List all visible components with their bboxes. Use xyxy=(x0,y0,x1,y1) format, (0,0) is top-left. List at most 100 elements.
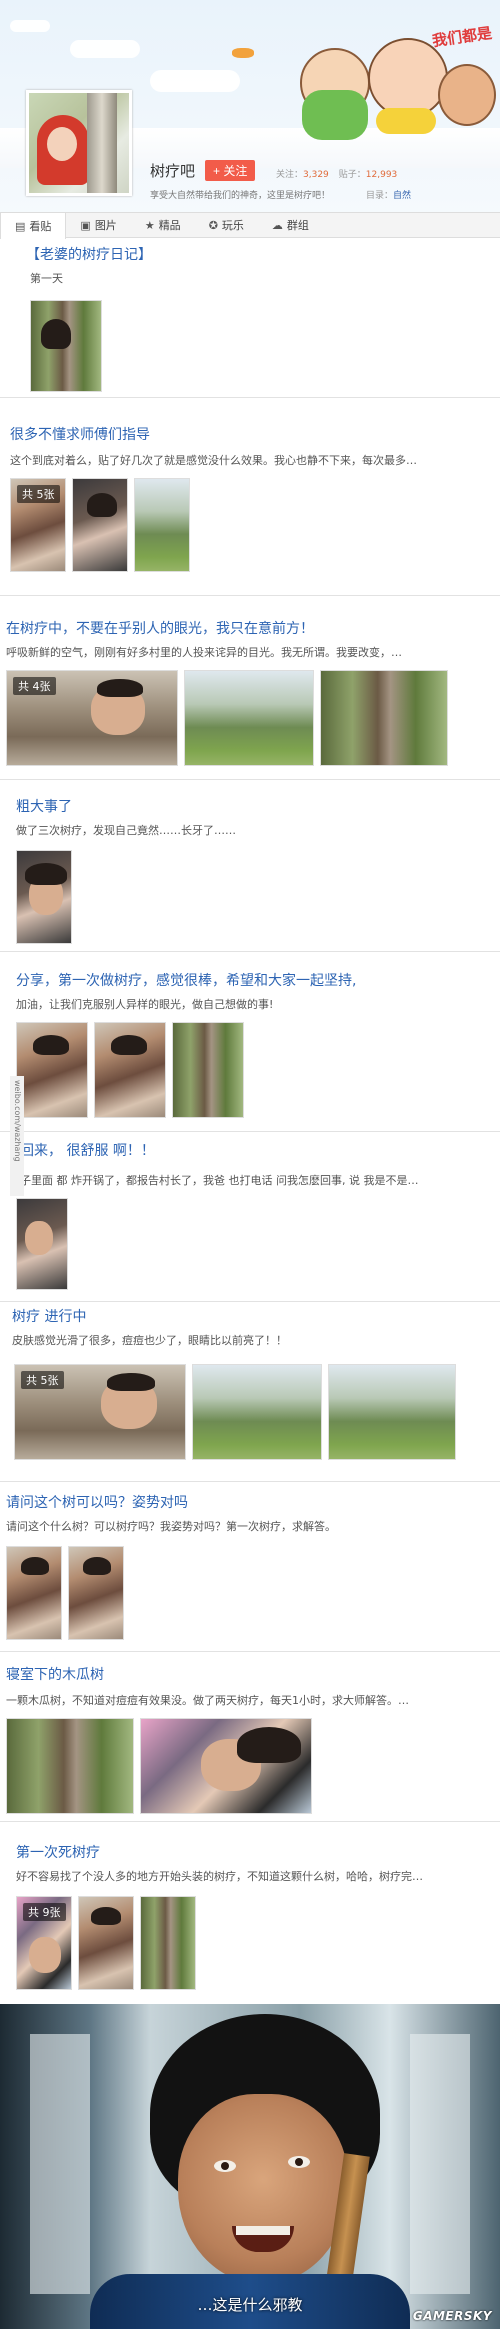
photo-hair xyxy=(21,1557,49,1575)
forum-avatar[interactable] xyxy=(26,90,132,196)
tab-label: 群组 xyxy=(286,219,309,232)
post-title[interactable]: 寝室下的木瓜树 xyxy=(6,1664,104,1684)
photo-hair xyxy=(25,863,67,885)
photo-hair xyxy=(33,1035,69,1055)
post-thumbnail[interactable] xyxy=(172,1022,244,1118)
image-icon: ▣ xyxy=(80,218,91,232)
tab-groups[interactable]: ☁ 群组 xyxy=(258,213,323,237)
banner-slogan: 我们都是 xyxy=(431,23,494,51)
photo-hair xyxy=(107,1373,155,1391)
post-thumbnail[interactable] xyxy=(140,1896,196,1990)
post-thumbnail[interactable] xyxy=(6,1718,134,1814)
photo-face xyxy=(25,1221,53,1255)
cloud-decoration xyxy=(70,40,140,58)
photo-person xyxy=(87,493,117,517)
post-title[interactable]: 分享，第一次做树疗，感觉很棒，希望和大家一起坚持, xyxy=(16,970,356,990)
post-title[interactable]: 很多不懂求师傅们指导 xyxy=(10,424,150,444)
post-thumbnail[interactable] xyxy=(30,300,102,392)
post-excerpt: 子里面 都 炸开锅了，都报告村长了，我爸 也打电话 问我怎麽回事, 说 我是不是… xyxy=(20,1174,419,1187)
post-thumbnails xyxy=(16,850,72,944)
photo-hair xyxy=(111,1035,147,1055)
photo-hair xyxy=(97,679,143,697)
post-thumbnail[interactable]: 共 5张 xyxy=(10,478,66,572)
cartoon-character-body xyxy=(302,90,368,140)
image-count-badge: 共 5张 xyxy=(17,485,60,503)
post-title[interactable]: 第一次死树疗 xyxy=(16,1842,100,1862)
image-count-badge: 共 9张 xyxy=(23,1903,66,1921)
post-item[interactable]: 请问这个树可以吗？姿势对吗 请问这个什么树？可以树疗吗？我姿势对吗？第一次树疗，… xyxy=(0,1482,500,1652)
post-title[interactable]: 在树疗中，不要在乎别人的眼光，我只在意前方！ xyxy=(6,618,314,638)
post-thumbnail[interactable]: 共 5张 xyxy=(14,1364,186,1460)
post-title[interactable]: 请问这个树可以吗？姿势对吗 xyxy=(6,1492,188,1512)
post-thumbnail[interactable]: 共 4张 xyxy=(6,670,178,766)
post-item[interactable]: 【老婆的树疗日记】 第一天 xyxy=(0,240,500,398)
posts-count: 12,993 xyxy=(365,170,398,180)
post-excerpt: 做了三次树疗，发现自己竟然……长牙了…… xyxy=(16,824,236,837)
gamersky-watermark: GAMERSKY xyxy=(412,2309,492,2323)
group-icon: ☁ xyxy=(271,218,283,232)
ufo-icon xyxy=(232,48,254,58)
photo-face xyxy=(29,1937,61,1973)
catalog-link[interactable]: 自然 xyxy=(393,191,411,201)
tab-posts[interactable]: ▤ 看贴 xyxy=(0,213,67,239)
post-thumbnails: 共 5张 xyxy=(14,1364,456,1460)
post-item[interactable]: 树疗 进行中 皮肤感觉光滑了很多，痘痘也少了，眼睛比以前亮了！！ 共 5张 xyxy=(0,1302,500,1482)
post-thumbnail[interactable]: 共 9张 xyxy=(16,1896,72,1990)
post-thumbnail[interactable] xyxy=(134,478,190,572)
tab-label: 玩乐 xyxy=(221,219,244,232)
post-thumbnail[interactable] xyxy=(328,1364,456,1460)
post-excerpt: 一颗木瓜树，不知道对痘痘有效果没。做了两天树疗，每天1小时，求大师解答。… xyxy=(6,1694,409,1707)
post-title[interactable]: 【老婆的树疗日记】 xyxy=(26,244,152,264)
side-watermark: weibo.com/wazhang xyxy=(10,1076,24,1196)
forum-title-row: 树疗吧 + 关注 xyxy=(150,160,256,181)
catalog-label: 目录： xyxy=(366,191,394,201)
tab-featured[interactable]: ★ 精品 xyxy=(131,213,195,237)
post-thumbnails xyxy=(6,1718,312,1814)
post-thumbnails xyxy=(16,1022,244,1118)
post-item[interactable]: 很多不懂求师傅们指导 这个到底对着么，贴了好几次了就是感觉没什么效果。我心也静不… xyxy=(0,398,500,596)
photo-person xyxy=(41,319,71,349)
posts-stat-label: 贴子： xyxy=(338,170,366,180)
post-item[interactable]: 第一次死树疗 好不容易找了个没人多的地方开始头装的树疗，不知道这颗什么树，哈哈，… xyxy=(0,1822,500,2004)
post-thumbnail[interactable] xyxy=(192,1364,322,1460)
post-thumbnails xyxy=(6,1546,124,1640)
post-thumbnails: 共 5张 xyxy=(10,478,190,572)
cloud-decoration xyxy=(10,20,50,32)
post-item[interactable]: 在树疗中，不要在乎别人的眼光，我只在意前方！ 呼吸新鲜的空气，刚刚有好多村里的人… xyxy=(0,596,500,780)
post-thumbnail[interactable] xyxy=(140,1718,312,1814)
follow-stat: 关注：3,329 xyxy=(276,167,329,180)
cloud-decoration xyxy=(150,70,240,92)
post-item[interactable]: 寝室下的木瓜树 一颗木瓜树，不知道对痘痘有效果没。做了两天树疗，每天1小时，求大… xyxy=(0,1652,500,1822)
tab-images[interactable]: ▣ 图片 xyxy=(66,213,130,237)
tab-label: 图片 xyxy=(94,219,117,232)
forum-name[interactable]: 树疗吧 xyxy=(150,160,195,181)
post-thumbnail[interactable] xyxy=(320,670,448,766)
post-title[interactable]: 粗大事了 xyxy=(16,796,72,816)
post-excerpt: 这个到底对着么，贴了好几次了就是感觉没什么效果。我心也静不下来，每次最多… xyxy=(10,454,417,467)
post-item[interactable]: 回来， 很舒服 啊！！ 子里面 都 炸开锅了，都报告村长了，我爸 也打电话 问我… xyxy=(0,1132,500,1302)
follow-button[interactable]: + 关注 xyxy=(205,160,256,181)
post-thumbnail[interactable] xyxy=(184,670,314,766)
post-item[interactable]: 粗大事了 做了三次树疗，发现自己竟然……长牙了…… xyxy=(0,780,500,952)
post-item[interactable]: 分享，第一次做树疗，感觉很棒，希望和大家一起坚持, 加油，让我们克服别人异样的眼… xyxy=(0,952,500,1132)
game-icon: ✪ xyxy=(208,218,218,232)
tab-games[interactable]: ✪ 玩乐 xyxy=(195,213,258,237)
post-excerpt: 呼吸新鲜的空气，刚刚有好多村里的人投来诧异的目光。我无所谓。我要改变，… xyxy=(6,646,402,659)
post-thumbnail[interactable] xyxy=(16,1198,68,1290)
post-thumbnail[interactable] xyxy=(16,850,72,944)
forum-stats: 关注：3,329 贴子：12,993 xyxy=(276,167,397,180)
post-thumbnail[interactable] xyxy=(78,1896,134,1990)
reaction-meme-image: …这是什么邪教 GAMERSKY xyxy=(0,2004,500,2329)
post-thumbnails xyxy=(16,1198,68,1290)
post-excerpt: 请问这个什么树？可以树疗吗？我姿势对吗？第一次树疗，求解答。 xyxy=(6,1520,336,1533)
post-thumbnail[interactable] xyxy=(6,1546,62,1640)
post-excerpt: 加油，让我们克服别人异样的眼光，做自己想做的事! xyxy=(16,998,274,1011)
post-thumbnail[interactable] xyxy=(68,1546,124,1640)
post-thumbnail[interactable] xyxy=(94,1022,166,1118)
post-thumbnail[interactable] xyxy=(72,478,128,572)
post-thumbnail[interactable] xyxy=(16,1022,88,1118)
post-title[interactable]: 树疗 进行中 xyxy=(12,1306,86,1326)
post-title[interactable]: 回来， 很舒服 啊！！ xyxy=(20,1140,155,1160)
avatar-girl-face xyxy=(47,127,77,161)
forum-tab-bar: ▤ 看贴 ▣ 图片 ★ 精品 ✪ 玩乐 ☁ 群组 xyxy=(0,212,500,239)
